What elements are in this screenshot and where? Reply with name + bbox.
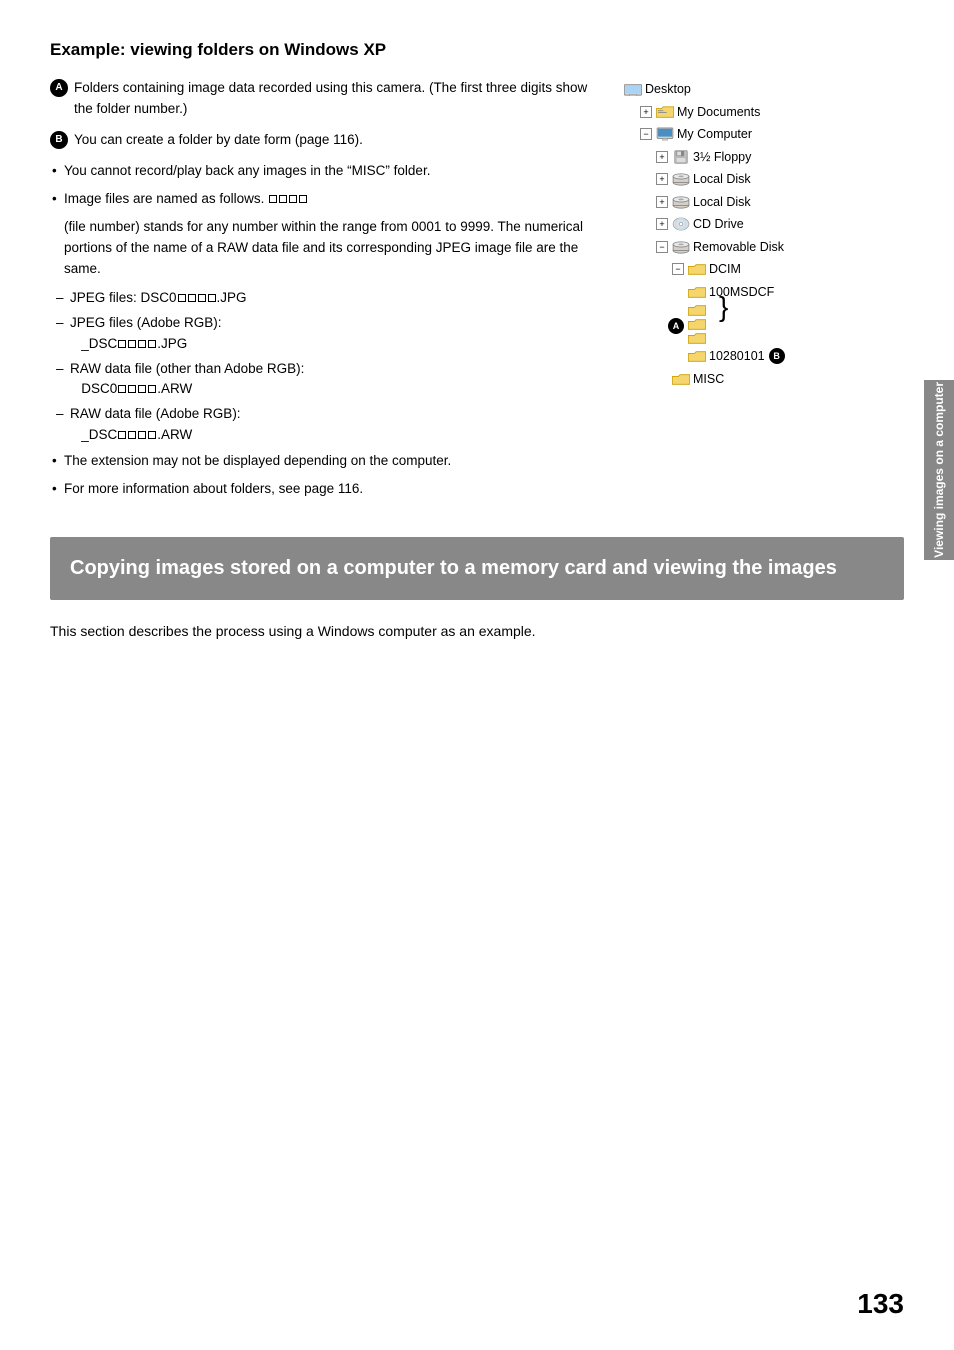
floppy-icon bbox=[672, 150, 690, 164]
removable-icon bbox=[672, 240, 690, 254]
tree-item-folder-a2: A } bbox=[624, 317, 904, 331]
sub-bullet-raw: RAW data file (other than Adobe RGB): DS… bbox=[50, 359, 604, 400]
localdisk2-icon bbox=[672, 195, 690, 209]
bullet-extension: The extension may not be displayed depen… bbox=[50, 451, 604, 471]
file-tree: Desktop + My Documents − bbox=[624, 78, 904, 390]
banner-title: Copying images stored on a computer to a… bbox=[70, 555, 884, 582]
expander-mydocs[interactable]: + bbox=[640, 106, 652, 118]
misc-icon bbox=[672, 372, 690, 386]
tree-item-folder-a3 bbox=[624, 331, 904, 345]
annotation-b-circle: B bbox=[50, 131, 68, 149]
tree-label-localdisk1: Local Disk bbox=[693, 168, 751, 191]
annotation-b-item: B You can create a folder by date form (… bbox=[50, 130, 604, 151]
folder-a1-icon bbox=[688, 303, 706, 317]
tree-item-floppy: + 3½ Floppy bbox=[624, 146, 904, 169]
tree-item-10280101: 10280101 B bbox=[624, 345, 904, 368]
tree-item-localdisk2: + Local Disk bbox=[624, 191, 904, 214]
tree-item-dcim: − DCIM bbox=[624, 258, 904, 281]
dcim-icon bbox=[688, 262, 706, 276]
tree-label-removable: Removable Disk bbox=[693, 236, 784, 259]
bullet-misc: You cannot record/play back any images i… bbox=[50, 161, 604, 181]
cddrive-icon bbox=[672, 217, 690, 231]
section-heading: Example: viewing folders on Windows XP bbox=[50, 40, 904, 60]
tree-label-cddrive: CD Drive bbox=[693, 213, 744, 236]
expander-removable: − bbox=[656, 241, 668, 253]
tree-label-10280101: 10280101 bbox=[709, 345, 765, 368]
desktop-icon bbox=[624, 82, 642, 96]
side-tab-text: Viewing images on a computer bbox=[932, 382, 946, 558]
page-number: 133 bbox=[857, 1288, 904, 1320]
localdisk1-icon bbox=[672, 172, 690, 186]
annotation-a-circle: A bbox=[50, 79, 68, 97]
folder-a2-icon bbox=[688, 317, 706, 331]
tree-item-cddrive: + CD Drive bbox=[624, 213, 904, 236]
expander-localdisk2[interactable]: + bbox=[656, 196, 668, 208]
right-column: Desktop + My Documents − bbox=[624, 78, 904, 507]
tree-item-100msdcf: 100MSDCF bbox=[624, 281, 904, 304]
bullet-image-files: Image files are named as follows. bbox=[50, 189, 604, 209]
gray-banner: Copying images stored on a computer to a… bbox=[50, 537, 904, 600]
mycomputer-icon bbox=[656, 127, 674, 141]
sub-bullet-raw-adobe: RAW data file (Adobe RGB): _DSC.ARW bbox=[50, 404, 604, 445]
section2-text: This section describes the process using… bbox=[50, 620, 904, 642]
tree-label-localdisk2: Local Disk bbox=[693, 191, 751, 214]
tree-item-folder-a1 bbox=[624, 303, 904, 317]
tree-item-misc: MISC bbox=[624, 368, 904, 391]
expander-cddrive[interactable]: + bbox=[656, 218, 668, 230]
annotation-b-text: You can create a folder by date form (pa… bbox=[74, 130, 363, 151]
expander-mycomputer: − bbox=[640, 128, 652, 140]
bracket-symbol: } bbox=[719, 293, 728, 321]
annotation-a-text: Folders containing image data recorded u… bbox=[74, 78, 604, 120]
tree-label-mydocs: My Documents bbox=[677, 101, 760, 124]
annotation-a-marker: A bbox=[668, 318, 684, 334]
folder-a3-icon bbox=[688, 331, 706, 345]
sub-bullet-jpeg-adobe: JPEG files (Adobe RGB): _DSC.JPG bbox=[50, 313, 604, 354]
left-column: A Folders containing image data recorded… bbox=[50, 78, 604, 507]
tree-item-localdisk1: + Local Disk bbox=[624, 168, 904, 191]
annotation-b-marker: B bbox=[769, 348, 785, 364]
tree-item-desktop: Desktop bbox=[624, 78, 904, 101]
tree-label-dcim: DCIM bbox=[709, 258, 741, 281]
tree-item-mydocs: + My Documents bbox=[624, 101, 904, 124]
expander-dcim: − bbox=[672, 263, 684, 275]
expander-floppy[interactable]: + bbox=[656, 151, 668, 163]
annotation-a-item: A Folders containing image data recorded… bbox=[50, 78, 604, 120]
tree-label-mycomputer: My Computer bbox=[677, 123, 752, 146]
tree-item-mycomputer: − My Computer bbox=[624, 123, 904, 146]
top-section: A Folders containing image data recorded… bbox=[50, 78, 904, 507]
annotation-a-group: A } bbox=[624, 303, 904, 345]
folder-b-icon bbox=[688, 349, 706, 363]
page-container: Example: viewing folders on Windows XP A… bbox=[0, 0, 954, 1350]
tree-label-floppy: 3½ Floppy bbox=[693, 146, 751, 169]
expander-localdisk1[interactable]: + bbox=[656, 173, 668, 185]
bullet-more-info: For more information about folders, see … bbox=[50, 479, 604, 499]
tree-label-misc: MISC bbox=[693, 368, 724, 391]
100msdcf-icon bbox=[688, 285, 706, 299]
mydocs-icon bbox=[656, 105, 674, 119]
bullet-image-details: (file number) stands for any number with… bbox=[50, 217, 604, 280]
sub-bullet-jpeg: JPEG files: DSC0.JPG bbox=[50, 288, 604, 308]
side-tab: Viewing images on a computer bbox=[924, 380, 954, 560]
tree-label-desktop: Desktop bbox=[645, 78, 691, 101]
tree-item-removable: − Removable Disk bbox=[624, 236, 904, 259]
